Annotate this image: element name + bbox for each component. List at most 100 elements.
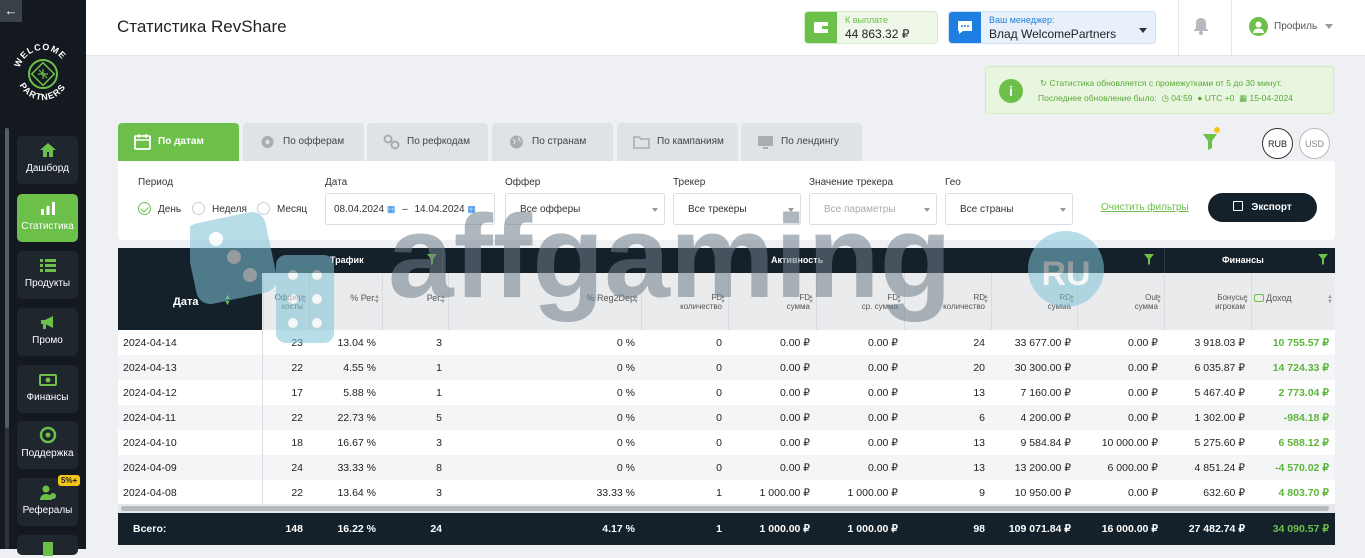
column-header-12[interactable]: Доход ▲ ▼ <box>1251 273 1335 330</box>
sort-icon: ▲ ▼ <box>374 294 380 305</box>
row-cell: 3 <box>436 487 442 499</box>
filter-funnel-icon[interactable] <box>427 253 437 265</box>
column-header-9[interactable]: RD сумма ▲ ▼ <box>991 273 1077 330</box>
row-cell: 0 % <box>616 362 635 374</box>
sidebar-item-more[interactable] <box>17 535 78 556</box>
row-cell: 1 <box>436 387 442 399</box>
totals-cell: 1 000.00 ₽ <box>847 523 898 535</box>
group-header-row: Трафик Активность Финансы <box>118 248 1335 273</box>
tab-label: По рефкодам <box>407 136 470 147</box>
filter-funnel-icon[interactable] <box>1318 253 1328 265</box>
chevron-down-icon <box>788 208 794 212</box>
sidebar-item-support[interactable]: Поддержка <box>17 421 78 469</box>
totals-cell: 109 071.84 ₽ <box>1008 523 1071 535</box>
profile-menu[interactable]: Профиль <box>1274 21 1317 32</box>
column-header-3[interactable]: Рег. ▲ ▼ <box>382 273 448 330</box>
chevron-down-icon[interactable] <box>1325 24 1333 29</box>
column-header-date[interactable]: Дата ▲ ▼ <box>118 273 262 330</box>
sidebar-item-promo[interactable]: Промо <box>17 308 78 356</box>
column-header-label: % Рег. <box>350 293 376 303</box>
geo-value: Все страны <box>960 204 1014 215</box>
column-header-5[interactable]: FD количество ▲ ▼ <box>641 273 728 330</box>
folder-icon <box>633 136 650 149</box>
row-cell: 22 <box>291 362 303 374</box>
table-scroll-thumb[interactable] <box>121 506 1329 511</box>
column-header-10[interactable]: Out сумма ▲ ▼ <box>1077 273 1164 330</box>
column-header-1[interactable]: Оффер хосты ▲ ▼ <box>263 273 309 330</box>
tab-by-landing[interactable]: По лендингу <box>741 123 862 161</box>
collapse-sidebar-button[interactable]: ← <box>0 0 22 22</box>
filter-funnel-icon[interactable] <box>1144 253 1154 265</box>
sidebar-item-products[interactable]: Продукты <box>17 251 78 299</box>
column-header-2[interactable]: % Рег. ▲ ▼ <box>309 273 382 330</box>
page-title: Статистика RevShare <box>117 17 287 36</box>
column-header-sublabel: количество <box>943 302 985 311</box>
payout-widget[interactable]: К выплате 44 863.32 ₽ <box>804 11 938 44</box>
column-header-sublabel: ср. сумма <box>861 302 898 311</box>
period-week-label[interactable]: Неделя <box>212 204 247 215</box>
group-traffic: Трафик <box>330 255 364 265</box>
period-day-radio[interactable] <box>138 202 151 215</box>
manager-dropdown[interactable]: Ваш менеджер: Влад WelcomePartners <box>948 11 1156 44</box>
tab-label: По странам <box>532 136 587 147</box>
clear-filters-link[interactable]: Очистить фильтры <box>1101 202 1189 213</box>
row-income: -4 570.02 ₽ <box>1275 462 1329 474</box>
calendar-icon <box>134 134 151 150</box>
row-cell: 1 <box>436 362 442 374</box>
bell-icon[interactable] <box>1193 17 1209 35</box>
tracker-value-select[interactable]: Все параметры <box>809 193 937 225</box>
row-cell: 1 302.00 ₽ <box>1194 412 1245 424</box>
welcome-partners-logo[interactable]: WELCOME PARTNERS <box>9 40 77 108</box>
date-range-input[interactable]: 08.04.2024 ▦ – 14.04.2024 ▦ <box>325 193 495 225</box>
tab-by-campaigns[interactable]: По кампаниям <box>617 123 738 161</box>
tracker-select[interactable]: Все трекеры <box>673 193 801 225</box>
period-label: Период <box>138 177 174 188</box>
sidebar-item-finance[interactable]: Финансы <box>17 365 78 413</box>
period-month-label[interactable]: Месяц <box>277 204 307 215</box>
column-header-8[interactable]: RD количество ▲ ▼ <box>904 273 991 330</box>
export-button[interactable]: Экспорт <box>1208 193 1317 222</box>
period-day-label[interactable]: День <box>158 204 181 215</box>
row-cell: 33.33 % <box>337 462 376 474</box>
column-header-7[interactable]: FD ср. сумма ▲ ▼ <box>816 273 904 330</box>
sort-icon: ▲ ▼ <box>1069 294 1075 305</box>
row-cell: 5 275.60 ₽ <box>1194 437 1245 449</box>
group-activity: Активность <box>771 255 824 265</box>
row-date: 2024-04-13 <box>123 362 177 374</box>
column-header-11[interactable]: Бонусы игрокам ▲ ▼ <box>1164 273 1251 330</box>
row-cell: 5.88 % <box>343 387 376 399</box>
sidebar-scroll-thumb[interactable] <box>5 128 9 428</box>
sidebar-item-label: Дашборд <box>26 163 69 174</box>
tab-by-dates[interactable]: По датам <box>118 123 239 161</box>
avatar[interactable] <box>1249 17 1268 36</box>
row-cell: 1 000.00 ₽ <box>759 487 810 499</box>
period-month-radio[interactable] <box>257 202 270 215</box>
timezone: UTC +0 <box>1204 93 1235 103</box>
offer-select[interactable]: Все офферы <box>505 193 665 225</box>
row-cell: 4 851.24 ₽ <box>1194 462 1245 474</box>
currency-usd-button[interactable]: USD <box>1299 128 1330 159</box>
row-cell: 6 <box>979 412 985 424</box>
column-header-6[interactable]: FD сумма ▲ ▼ <box>728 273 816 330</box>
currency-rub-button[interactable]: RUB <box>1262 128 1293 159</box>
period-week-radio[interactable] <box>192 202 205 215</box>
sidebar-item-statistics[interactable]: Статистика <box>17 194 78 242</box>
tab-by-refcodes[interactable]: По рефкодам <box>367 123 488 161</box>
tracker-label: Трекер <box>673 177 706 188</box>
sidebar-item-label: Промо <box>32 335 63 346</box>
row-cell: 0.00 ₽ <box>779 412 810 424</box>
filter-funnel-icon[interactable] <box>1202 131 1218 151</box>
row-cell: 24 <box>973 337 985 349</box>
sidebar-item-dashboard[interactable]: Дашборд <box>17 136 78 184</box>
tab-by-offers[interactable]: По офферам <box>243 123 364 161</box>
tracker-value: Все трекеры <box>688 204 747 215</box>
column-header-4[interactable]: % Reg2Dep ▲ ▼ <box>448 273 641 330</box>
tab-by-countries[interactable]: По странам <box>492 123 613 161</box>
update-notice-line2: Последнее обновление было: ◷ 04:59 ● UTC… <box>1038 93 1293 104</box>
geo-select[interactable]: Все страны <box>945 193 1073 225</box>
sidebar-item-referrals[interactable]: 5%+ Рефералы <box>17 475 81 526</box>
totals-cell: 148 <box>285 523 303 535</box>
save-icon <box>1233 201 1244 211</box>
row-cell: 0 <box>716 437 722 449</box>
tab-label: По кампаниям <box>657 136 724 147</box>
